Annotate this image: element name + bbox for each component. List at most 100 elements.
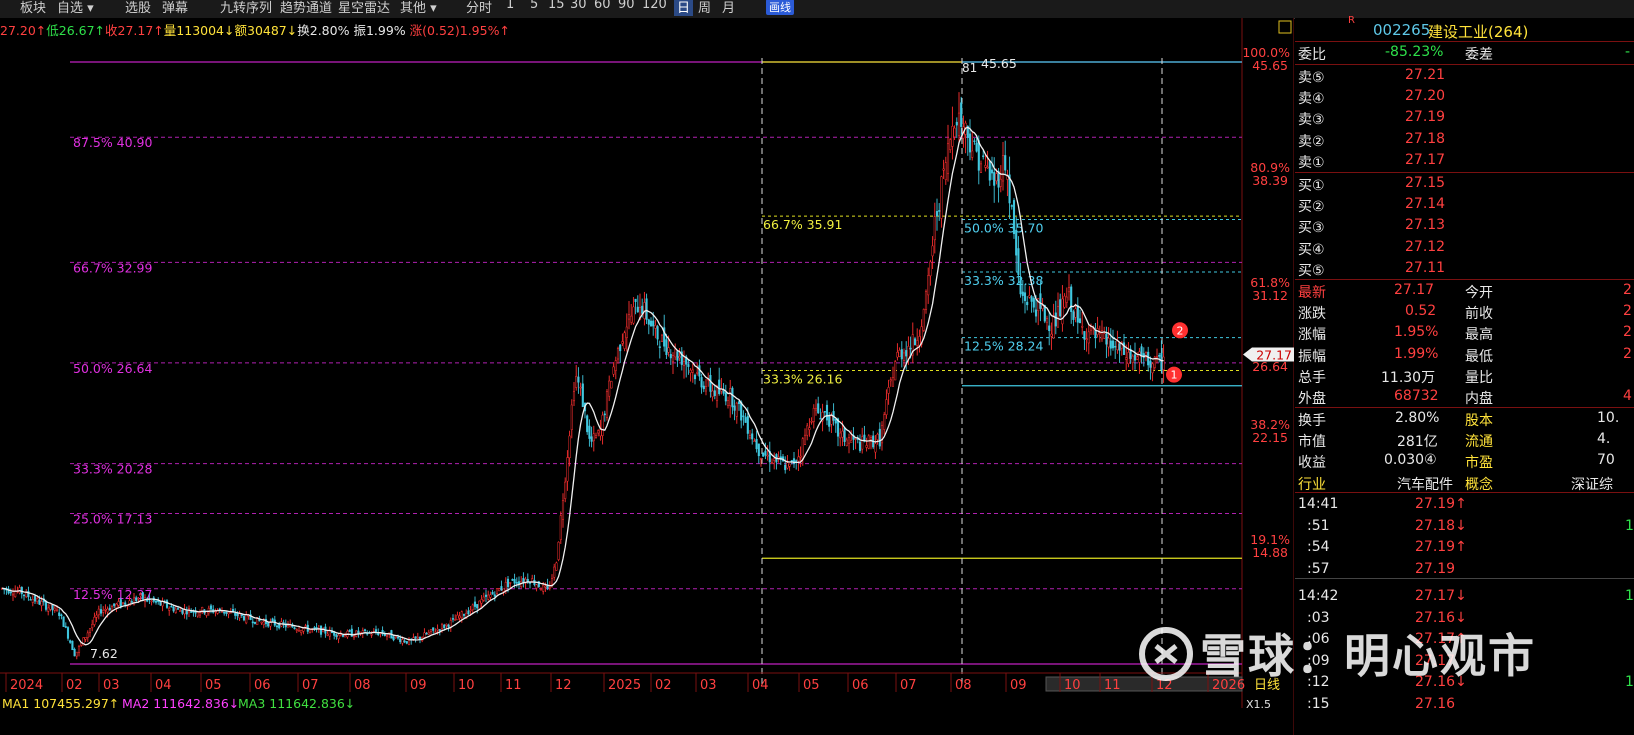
candle-body <box>977 140 980 171</box>
candle-body <box>927 275 930 296</box>
candle-body <box>198 612 202 616</box>
candle-body <box>597 430 600 434</box>
candle-body <box>460 611 463 619</box>
toolbar-item-13[interactable]: 60 <box>594 0 611 12</box>
candle-body <box>746 416 749 434</box>
candle-body <box>1107 337 1110 348</box>
candle-body <box>1155 356 1159 358</box>
candle-body <box>174 608 177 613</box>
candle-body <box>795 460 798 462</box>
candle-body <box>687 364 690 367</box>
x-label-13: 02 <box>655 678 672 693</box>
tick-vol-1: 1 <box>1625 517 1634 534</box>
info-low: 低26.67↑ <box>46 23 106 38</box>
candle-body <box>1030 296 1033 302</box>
toolbar-item-5[interactable]: 趋势通道 <box>280 0 332 16</box>
toolbar-item-18[interactable]: 月 <box>722 0 735 16</box>
candle-body <box>137 598 140 600</box>
toolbar-item-14[interactable]: 90 <box>618 0 635 12</box>
candle-body <box>95 614 98 618</box>
candle-body <box>995 173 998 182</box>
toolbar-item-16[interactable]: 日 <box>674 0 694 16</box>
candle-body <box>594 435 598 438</box>
candle-body <box>1081 326 1084 328</box>
candle-body <box>75 651 78 657</box>
candle-body <box>814 408 818 411</box>
bid-label-4: 买④ <box>1298 241 1325 258</box>
stock-code: 002265 <box>1373 21 1431 39</box>
candle-body <box>559 515 562 540</box>
candle-body <box>423 632 426 638</box>
candle-body <box>225 611 228 614</box>
bid-price-2: 27.14 <box>1405 196 1446 213</box>
candle-body <box>11 593 15 596</box>
toolbar-item-2[interactable]: 选股 <box>125 0 151 16</box>
candle-body <box>515 582 518 584</box>
ask-price-5: 27.17 <box>1405 151 1446 168</box>
toolbar-item-9[interactable]: 1 <box>506 0 514 12</box>
candle-body <box>500 586 503 591</box>
candle-body <box>729 388 732 406</box>
candle-body <box>770 462 774 464</box>
candle-body <box>621 341 624 344</box>
candle-body <box>73 648 76 657</box>
toolbar-item-8[interactable]: 分时 <box>466 0 492 16</box>
fib-label-cyan-0: 50.0% 35.70 <box>964 221 1044 236</box>
candle-body <box>649 320 653 327</box>
tick-time-4: 14:42 <box>1298 588 1339 604</box>
candle-body <box>951 125 954 147</box>
toolbar-item-1[interactable]: 自选 ▾ <box>57 0 94 16</box>
weicha-label: 委差 <box>1465 47 1493 63</box>
candle-body <box>49 604 52 610</box>
candle-body <box>1019 277 1022 295</box>
toolbar: 板块 自选 ▾ 选股 弹幕 九转序列 趋势通道 星空雷达 其他 ▾ 分时 1 5 15 30 60 90 12… <box>0 0 1634 19</box>
candle-body <box>238 613 241 619</box>
candle-body <box>119 599 122 607</box>
tick-price-4: 27.17↓ <box>1415 588 1467 604</box>
candle-body <box>181 609 184 614</box>
candle-body <box>40 601 43 606</box>
candle-body <box>150 600 153 603</box>
info-change: 涨(0.52)1.95%↑ <box>409 23 510 38</box>
candle-body <box>33 596 37 602</box>
x-label-21: 10 <box>1064 678 1081 693</box>
candle-body <box>608 380 611 397</box>
tick-time-0: 14:41 <box>1298 496 1339 512</box>
candle-body <box>179 610 182 612</box>
toolbar-item-15[interactable]: 120 <box>642 0 667 12</box>
toolbar-item-12[interactable]: 30 <box>570 0 587 12</box>
toolbar-item-4[interactable]: 九转序列 <box>220 0 272 16</box>
toolbar-item-19[interactable]: 画线 <box>766 0 794 15</box>
quote-label-3: 振幅 <box>1298 348 1326 365</box>
kline-chart[interactable]: 87.5% 40.90 66.7% 32.99 50.0% 26.64 33.3% 2… <box>0 18 1294 735</box>
candle-body <box>443 624 446 628</box>
candle-body <box>170 605 173 608</box>
candle-body <box>396 636 400 639</box>
candle-body <box>449 620 452 628</box>
candle-body <box>682 361 686 366</box>
fund-value2-1: 4. <box>1597 431 1611 448</box>
toolbar-item-7[interactable]: 其他 ▾ <box>400 0 437 16</box>
toolbar-item-10[interactable]: 5 <box>530 0 538 12</box>
candle-body <box>630 315 633 323</box>
candle-body <box>440 624 444 630</box>
toolbar-item-3[interactable]: 弹幕 <box>162 0 188 16</box>
toolbar-item-17[interactable]: 周 <box>698 0 711 16</box>
candle-body <box>456 614 459 621</box>
candle-body <box>220 611 224 613</box>
tick-time-9: :15 <box>1307 695 1330 712</box>
candle-body <box>434 631 437 633</box>
candle-body <box>1083 331 1086 340</box>
toolbar-item-0[interactable]: 板块 <box>20 0 46 16</box>
candle-body <box>993 172 996 186</box>
toolbar-item-6[interactable]: 星空雷达 <box>338 0 390 16</box>
candle-body <box>1162 356 1165 371</box>
candle-body <box>29 599 32 601</box>
candle-body <box>64 626 67 628</box>
candle-body <box>1048 325 1051 332</box>
candle-body <box>803 434 807 445</box>
candle-body <box>841 430 844 438</box>
toolbar-item-11[interactable]: 15 <box>548 0 565 12</box>
quote-label2-5: 内盘 <box>1465 391 1493 407</box>
candle-body <box>385 635 389 637</box>
